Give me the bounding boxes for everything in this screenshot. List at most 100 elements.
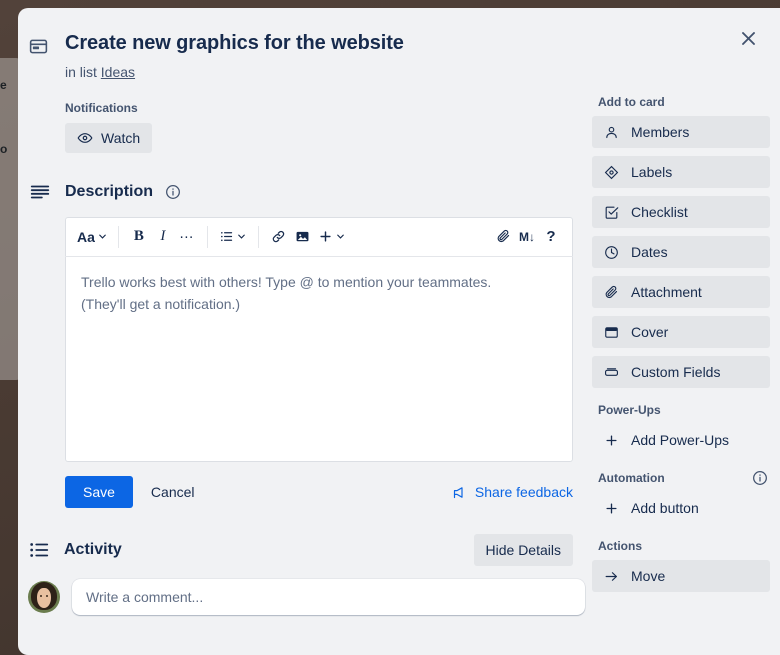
avatar-face bbox=[37, 588, 51, 608]
sidebar-item-checklist[interactable]: Checklist bbox=[592, 196, 770, 228]
notifications-section: Notifications Watch bbox=[65, 100, 584, 153]
sidebar-item-members[interactable]: Members bbox=[592, 116, 770, 148]
clock-icon bbox=[603, 245, 619, 260]
add-to-card-label: Add to card bbox=[598, 95, 665, 109]
arrow-right-icon bbox=[603, 569, 619, 584]
sidebar-item-label: Cover bbox=[631, 324, 669, 340]
custom-fields-icon bbox=[603, 365, 619, 380]
save-button[interactable]: Save bbox=[65, 476, 133, 508]
activity-title: Activity bbox=[64, 541, 122, 558]
avatar-eye-left bbox=[40, 595, 42, 597]
sidebar-item-dates[interactable]: Dates bbox=[592, 236, 770, 268]
attach-button[interactable] bbox=[491, 224, 515, 250]
link-button[interactable] bbox=[267, 224, 291, 250]
card-detail-modal: Create new graphics for the website in l… bbox=[18, 8, 780, 655]
sidebar-item-label: Members bbox=[631, 124, 690, 140]
sidebar-item-add-power-ups[interactable]: Add Power-Ups bbox=[592, 424, 770, 456]
avatar-eye-right bbox=[46, 595, 48, 597]
paperclip-icon bbox=[496, 229, 511, 244]
sidebar-item-label: Attachment bbox=[631, 284, 702, 300]
toolbar-divider bbox=[117, 225, 119, 248]
markdown-button[interactable]: M↓ bbox=[515, 224, 539, 250]
image-icon bbox=[295, 229, 310, 244]
bold-button[interactable]: B bbox=[127, 224, 151, 250]
comment-input[interactable] bbox=[72, 579, 585, 615]
sidebar-item-label: Dates bbox=[631, 244, 668, 260]
info-circle-icon[interactable] bbox=[752, 470, 768, 486]
sidebar-item-label: Labels bbox=[631, 164, 673, 180]
more-formatting-button[interactable]: … bbox=[175, 224, 199, 250]
notifications-label: Notifications bbox=[65, 101, 138, 115]
description-placeholder-line2: (They'll get a notification.) bbox=[81, 296, 241, 312]
sidebar-item-label: Checklist bbox=[631, 204, 688, 220]
toolbar-divider bbox=[206, 225, 208, 248]
plus-icon bbox=[318, 229, 333, 244]
actions-group: Actions Move bbox=[592, 538, 770, 592]
chevron-down-icon bbox=[335, 231, 346, 242]
modal-body: Notifications Watch Description Aa B I …… bbox=[18, 94, 780, 615]
info-circle-icon[interactable] bbox=[165, 184, 181, 200]
plus-icon bbox=[603, 433, 619, 448]
sidebar-item-label: Add button bbox=[631, 500, 699, 516]
plus-icon bbox=[603, 501, 619, 516]
eye-icon bbox=[77, 130, 93, 146]
link-icon bbox=[271, 229, 286, 244]
share-feedback-label: Share feedback bbox=[474, 484, 573, 500]
sidebar-item-label: Custom Fields bbox=[631, 364, 721, 380]
chevron-down-icon bbox=[97, 231, 108, 242]
sidebar-item-label: Add Power-Ups bbox=[631, 432, 730, 448]
sidebar-item-cover[interactable]: Cover bbox=[592, 316, 770, 348]
description-lines-icon bbox=[29, 181, 53, 203]
sidebar-item-label: Move bbox=[631, 568, 666, 584]
power-ups-label: Power-Ups bbox=[598, 403, 661, 417]
automation-label: Automation bbox=[598, 470, 770, 486]
font-style-label: Aa bbox=[77, 228, 95, 245]
sidebar-item-attachment[interactable]: Attachment bbox=[592, 276, 770, 308]
description-actions: Save Cancel Share feedback bbox=[65, 476, 573, 508]
main-column: Notifications Watch Description Aa B I …… bbox=[18, 94, 585, 615]
sidebar-item-custom-fields[interactable]: Custom Fields bbox=[592, 356, 770, 388]
list-link[interactable]: Ideas bbox=[101, 64, 135, 80]
description-header: Description bbox=[28, 181, 584, 203]
watch-button-label: Watch bbox=[101, 130, 141, 146]
add-to-card-group: Add to card Members Labels Checklist Dat… bbox=[592, 94, 770, 388]
power-ups-group: Power-Ups Add Power-Ups bbox=[592, 402, 770, 456]
sidebar: Add to card Members Labels Checklist Dat… bbox=[584, 94, 770, 615]
checkbox-icon bbox=[603, 205, 619, 220]
sidebar-item-move[interactable]: Move bbox=[592, 560, 770, 592]
insert-button[interactable] bbox=[315, 224, 349, 250]
card-icon bbox=[28, 36, 52, 57]
bulleted-list-button[interactable] bbox=[216, 224, 250, 250]
page-title: Create new graphics for the website bbox=[65, 32, 404, 54]
italic-button[interactable]: I bbox=[151, 224, 175, 250]
editor-toolbar: Aa B I … M↓ ? bbox=[65, 217, 573, 257]
description-editor[interactable]: Aa B I … M↓ ? Trello works best with oth… bbox=[65, 217, 573, 462]
avatar[interactable] bbox=[28, 581, 60, 613]
bulleted-list-icon bbox=[219, 229, 234, 244]
card-header: Create new graphics for the website in l… bbox=[18, 8, 780, 82]
in-list-prefix: in list bbox=[65, 64, 97, 80]
person-icon bbox=[603, 125, 619, 140]
description-placeholder-line1: Trello works best with others! Type @ to… bbox=[81, 274, 492, 290]
toolbar-divider bbox=[257, 225, 259, 248]
cancel-button[interactable]: Cancel bbox=[139, 476, 207, 508]
megaphone-icon bbox=[452, 485, 467, 500]
share-feedback-link[interactable]: Share feedback bbox=[452, 484, 573, 500]
automation-label-text: Automation bbox=[598, 471, 665, 485]
in-list-label: in list Ideas bbox=[65, 62, 404, 82]
chevron-down-icon bbox=[236, 231, 247, 242]
activity-header: Activity Hide Details bbox=[28, 534, 573, 566]
help-button[interactable]: ? bbox=[539, 224, 563, 250]
hide-details-button[interactable]: Hide Details bbox=[473, 534, 573, 566]
sidebar-item-add-button[interactable]: Add button bbox=[592, 492, 770, 524]
image-button[interactable] bbox=[291, 224, 315, 250]
watch-button[interactable]: Watch bbox=[65, 123, 153, 153]
activity-list-icon bbox=[28, 539, 52, 561]
sidebar-item-labels[interactable]: Labels bbox=[592, 156, 770, 188]
description-textarea[interactable]: Trello works best with others! Type @ to… bbox=[65, 257, 573, 462]
paperclip-icon bbox=[603, 285, 619, 300]
description-title: Description bbox=[65, 183, 154, 200]
comment-row bbox=[28, 579, 585, 615]
font-style-button[interactable]: Aa bbox=[75, 224, 110, 250]
automation-group: Automation Add button bbox=[592, 470, 770, 524]
